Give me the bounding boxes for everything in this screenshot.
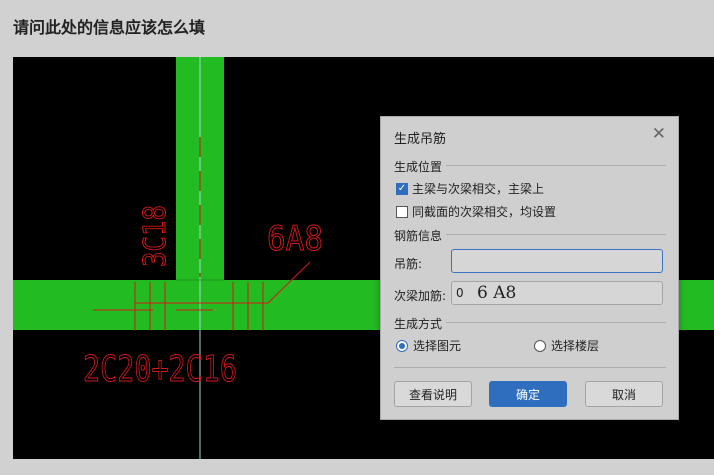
section-position-label: 生成位置: [394, 160, 443, 174]
section-rebar-label: 钢筋信息: [394, 229, 443, 243]
method-select-floor[interactable]: 选择楼层: [534, 337, 599, 354]
footer-divider: [394, 367, 666, 368]
beam-rebar-label: 2C20+2C16: [83, 349, 237, 390]
radio-selected-icon[interactable]: [396, 339, 408, 352]
hanger-input[interactable]: [451, 249, 663, 273]
method-select-element[interactable]: 选择图元: [396, 337, 461, 354]
section-method-label: 生成方式: [394, 317, 443, 331]
checkbox-icon[interactable]: [396, 205, 408, 218]
dialog-title: 生成吊筋: [394, 132, 447, 147]
section-divider: [446, 165, 666, 166]
secondary-rebar-input[interactable]: 0 6 A8: [451, 281, 663, 305]
option-same-section[interactable]: 同截面的次梁相交，均设置: [396, 203, 556, 220]
help-button[interactable]: 查看说明: [394, 381, 472, 407]
ok-button[interactable]: 确定: [489, 381, 567, 407]
column-rebar-label: 3C18: [138, 205, 173, 267]
page-title: 请问此处的信息应该怎么填: [13, 18, 206, 37]
radio-icon[interactable]: [534, 339, 546, 352]
section-divider: [446, 322, 666, 323]
checkbox-checked-icon[interactable]: ✓: [396, 182, 408, 195]
close-icon[interactable]: ✕: [652, 125, 666, 143]
option-main-beam[interactable]: ✓ 主梁与次梁相交，主梁上: [396, 180, 544, 197]
cancel-button[interactable]: 取消: [585, 381, 663, 407]
option-label: 主梁与次梁相交，主梁上: [412, 182, 545, 196]
method-label: 选择图元: [413, 339, 462, 353]
generate-hanger-dialog: 生成吊筋 ✕ 生成位置 ✓ 主梁与次梁相交，主梁上 同截面的次梁相交，均设置 钢…: [380, 116, 679, 420]
section-divider: [446, 234, 666, 235]
hanger-label: 6A8: [267, 219, 323, 259]
secondary-input-value: 0: [456, 286, 464, 300]
handwritten-annotation: 6 A8: [477, 283, 517, 303]
option-label: 同截面的次梁相交，均设置: [412, 205, 557, 219]
hanger-field-label: 吊筋:: [394, 257, 423, 271]
secondary-field-label: 次梁加筋:: [394, 289, 447, 303]
method-label: 选择楼层: [551, 339, 600, 353]
